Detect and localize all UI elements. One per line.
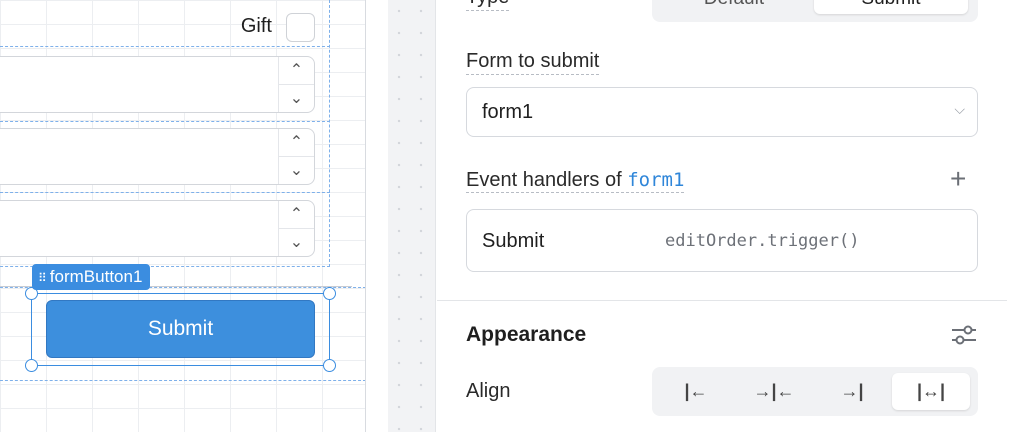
number-stepper: ⌃ ⌄ (278, 129, 314, 184)
inspector-panel: Type Default Submit Form to submit form1… (437, 0, 1010, 432)
handler-action: editOrder.trigger() (665, 231, 860, 251)
resize-handle[interactable] (25, 359, 38, 372)
gift-checkbox[interactable] (286, 13, 315, 42)
resize-handle[interactable] (323, 359, 336, 372)
align-right-icon[interactable]: →| (814, 373, 890, 410)
chevron-down-icon[interactable]: ⌄ (279, 228, 314, 255)
form-to-submit-value: form1 (482, 101, 534, 123)
number-input-3[interactable]: ⌃ ⌄ (0, 200, 315, 257)
align-label: Align (466, 380, 511, 402)
row-guide (0, 121, 330, 122)
event-handlers-label: Event handlers of form1 (466, 169, 685, 193)
align-segmented-control: |← →|← →| |↔| (652, 367, 978, 416)
chevron-up-icon[interactable]: ⌃ (279, 201, 314, 228)
form-to-submit-select[interactable]: form1 ⌵ (466, 87, 978, 137)
canvas-gutter (388, 0, 436, 432)
event-handlers-prefix: Event handlers of (466, 169, 622, 191)
number-stepper: ⌃ ⌄ (278, 57, 314, 112)
sliders-icon[interactable] (951, 323, 977, 347)
resize-handle[interactable] (323, 287, 336, 300)
type-option-submit[interactable]: Submit (814, 0, 968, 14)
canvas-edge (365, 0, 366, 432)
number-stepper: ⌃ ⌄ (278, 201, 314, 256)
align-stretch-icon[interactable]: |↔| (892, 373, 970, 410)
chevron-down-icon: ⌵ (954, 101, 965, 117)
handler-event: Submit (482, 230, 545, 252)
event-handler-row[interactable]: Submit editOrder.trigger() (466, 209, 978, 272)
gift-checkbox-label: Gift (240, 15, 272, 37)
align-left-icon[interactable]: |← (658, 373, 734, 410)
drag-handle-icon[interactable]: ⠿ (38, 271, 47, 285)
row-guide (0, 192, 330, 193)
row-guide (0, 46, 330, 47)
chevron-up-icon[interactable]: ⌃ (279, 129, 314, 156)
editor-canvas[interactable]: Gift ⌃ ⌄ ⌃ ⌄ ⌃ ⌄ Submit ⠿ formButton1 (0, 0, 366, 432)
selected-component-tag[interactable]: ⠿ formButton1 (32, 264, 151, 290)
section-divider (437, 300, 1007, 301)
type-option-default[interactable]: Default (658, 0, 810, 14)
chevron-down-icon[interactable]: ⌄ (279, 84, 314, 111)
selected-component-name: formButton1 (49, 267, 143, 286)
type-segmented-control: Default Submit (652, 0, 978, 22)
appearance-section-title: Appearance (466, 323, 587, 346)
type-label: Type (466, 0, 510, 11)
chevron-down-icon[interactable]: ⌄ (279, 156, 314, 183)
number-input-1[interactable]: ⌃ ⌄ (0, 56, 315, 113)
chevron-up-icon[interactable]: ⌃ (279, 57, 314, 84)
form-to-submit-label: Form to submit (466, 50, 600, 75)
submit-button[interactable]: Submit (46, 300, 315, 358)
number-input-2[interactable]: ⌃ ⌄ (0, 128, 315, 185)
add-handler-icon[interactable]: + (950, 165, 966, 193)
align-center-icon[interactable]: →|← (736, 373, 812, 410)
event-handlers-target: form1 (627, 169, 685, 191)
